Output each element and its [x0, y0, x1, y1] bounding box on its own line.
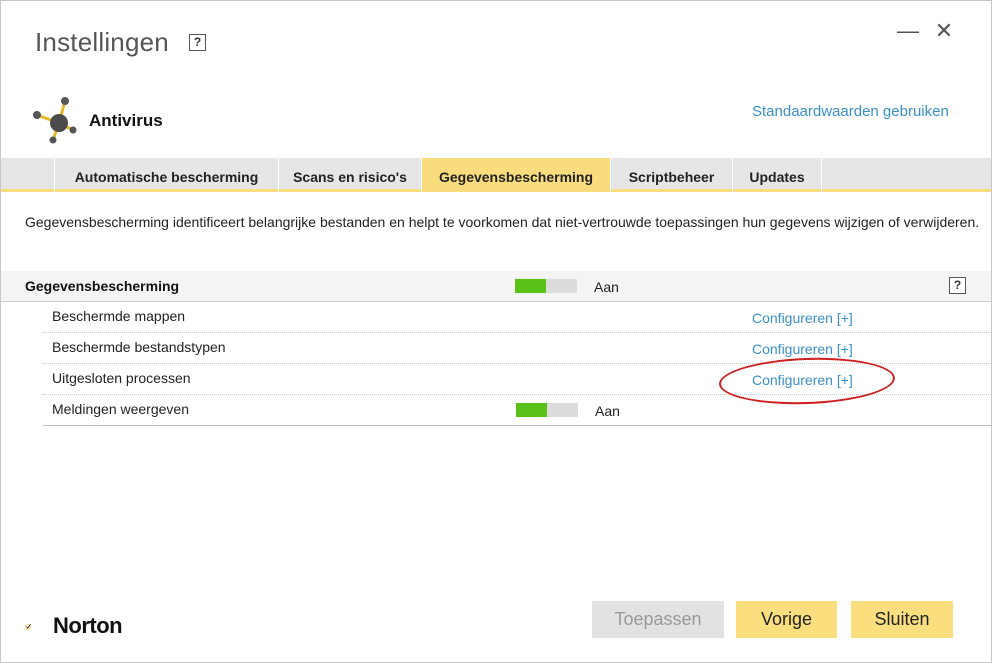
norton-logo-text: Norton [53, 613, 123, 638]
minimize-icon[interactable]: — [894, 17, 922, 45]
row-label: Beschermde bestandstypen [52, 339, 226, 355]
close-icon[interactable]: ✕ [930, 17, 958, 45]
toggle-fill [515, 279, 546, 293]
row-label: Meldingen weergeven [52, 401, 189, 417]
configure-protected-folders-link[interactable]: Configureren [+] [752, 310, 853, 326]
configure-protected-filetypes-link[interactable]: Configureren [+] [752, 341, 853, 357]
settings-window: Instellingen ? — ✕ Antivirus Standaardwa… [0, 0, 992, 663]
antivirus-molecule-icon [33, 97, 77, 144]
section-title: Antivirus [89, 111, 163, 130]
toggle-fill [516, 403, 547, 417]
notifications-toggle[interactable] [516, 403, 578, 417]
row-label: Uitgesloten processen [52, 370, 191, 386]
protection-toggle[interactable] [515, 279, 577, 293]
row-label: Beschermde mappen [52, 308, 186, 324]
settings-row: Beschermde mappen Configureren [+] [43, 302, 991, 333]
norton-checkmark-icon [25, 623, 32, 630]
tab-bar: Automatische bescherming Scans en risico… [1, 158, 991, 192]
tab-description: Gegevensbescherming identificeert belang… [25, 214, 980, 230]
tab-gegevensbescherming[interactable]: Gegevensbescherming [422, 158, 611, 192]
tab-scans-en-risicos[interactable]: Scans en risico's [279, 158, 422, 192]
use-defaults-link[interactable]: Standaardwaarden gebruiken [752, 103, 949, 120]
tab-updates[interactable]: Updates [733, 158, 822, 192]
group-label: Gegevensbescherming [25, 278, 180, 294]
help-icon[interactable]: ? [189, 34, 206, 51]
notifications-state: Aan [595, 403, 620, 419]
protection-state: Aan [594, 279, 619, 295]
back-button[interactable]: Vorige [736, 601, 837, 638]
close-button[interactable]: Sluiten [851, 601, 953, 638]
tab-scriptbeheer[interactable]: Scriptbeheer [611, 158, 733, 192]
apply-button[interactable]: Toepassen [592, 601, 724, 638]
help-icon[interactable]: ? [949, 277, 966, 294]
tab-automatische-bescherming[interactable]: Automatische bescherming [54, 158, 279, 192]
window-title: Instellingen [35, 27, 169, 57]
group-row: Gegevensbescherming ? [1, 271, 991, 302]
